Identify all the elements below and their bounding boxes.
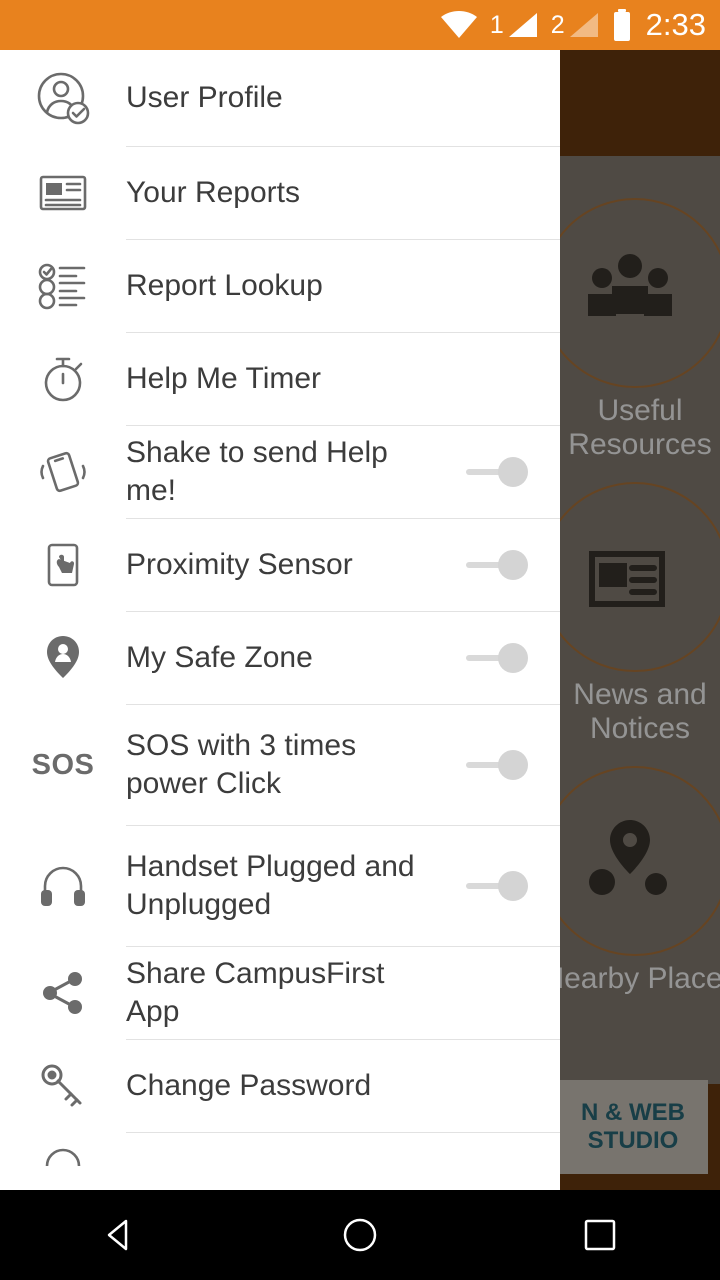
shake-phone-icon [0, 446, 126, 498]
drawer-item-your-reports[interactable]: Your Reports [0, 147, 560, 239]
sim1-signal: 1 [490, 11, 539, 40]
shake-toggle[interactable] [450, 457, 560, 487]
drawer-item-sos-power-click[interactable]: SOS SOS with 3 times power Click [0, 705, 560, 825]
status-clock: 2:33 [645, 7, 706, 42]
checklist-icon [0, 260, 126, 312]
android-nav-bar [0, 1190, 720, 1280]
switch-knob [498, 457, 528, 487]
sos-text-icon: SOS [0, 749, 126, 782]
switch-knob [498, 871, 528, 901]
drawer-item-user-profile[interactable]: User Profile [0, 50, 560, 146]
drawer-item-label: Handset Plugged and Unplugged [126, 850, 415, 921]
recents-square-icon[interactable] [540, 1190, 660, 1280]
drawer-item-my-safe-zone[interactable]: My Safe Zone [0, 612, 560, 704]
key-icon [0, 1060, 126, 1112]
drawer-item-shake-to-send[interactable]: Shake to send Help me! [0, 426, 560, 518]
back-triangle-icon[interactable] [60, 1190, 180, 1280]
sim2-label: 2 [550, 10, 565, 39]
partial-icon [0, 1136, 126, 1166]
sos-toggle[interactable] [450, 750, 560, 780]
switch-off[interactable] [466, 871, 544, 901]
handset-toggle[interactable] [450, 871, 560, 901]
drawer-item-logout[interactable]: Logout [0, 1169, 560, 1190]
drawer-item-help-me-timer[interactable]: Help Me Timer [0, 333, 560, 425]
navigation-drawer: User Profile Your Reports Report Lookup … [0, 50, 560, 1190]
status-bar: 1 2 2:33 [0, 0, 720, 50]
switch-off[interactable] [466, 643, 544, 673]
phone-screen: Useful Resources News and Notices Nearby… [0, 0, 720, 1280]
switch-off[interactable] [466, 550, 544, 580]
switch-off[interactable] [466, 750, 544, 780]
drawer-item-partial[interactable] [0, 1133, 560, 1169]
home-circle-icon[interactable] [300, 1190, 420, 1280]
stopwatch-icon [0, 353, 126, 405]
safe-zone-pin-icon [0, 632, 126, 684]
drawer-item-label: Shake to send Help me! [126, 436, 388, 507]
switch-knob [498, 750, 528, 780]
drawer-item-share-app[interactable]: Share CampusFirst App [0, 947, 560, 1039]
drawer-item-label: User Profile [126, 81, 283, 114]
proximity-hand-icon [0, 539, 126, 591]
drawer-item-label: Share CampusFirst App [126, 957, 385, 1028]
sos-label: SOS [31, 748, 95, 781]
signal-bars-icon [569, 13, 598, 37]
proximity-toggle[interactable] [450, 550, 560, 580]
drawer-item-label: Change Password [126, 1069, 372, 1102]
drawer-item-label: SOS with 3 times power Click [126, 729, 357, 800]
switch-knob [498, 550, 528, 580]
drawer-item-label: Help Me Timer [126, 362, 322, 395]
drawer-item-handset-plugged[interactable]: Handset Plugged and Unplugged [0, 826, 560, 946]
drawer-item-label: My Safe Zone [126, 641, 313, 674]
drawer-item-label: Report Lookup [126, 269, 323, 302]
wifi-icon [440, 10, 478, 40]
drawer-item-label: Your Reports [126, 176, 300, 209]
user-profile-icon [0, 70, 126, 126]
switch-off[interactable] [466, 457, 544, 487]
drawer-item-proximity-sensor[interactable]: Proximity Sensor [0, 519, 560, 611]
share-icon [0, 967, 126, 1019]
drawer-item-change-password[interactable]: Change Password [0, 1040, 560, 1132]
headphones-icon [0, 860, 126, 912]
switch-knob [498, 643, 528, 673]
sim1-label: 1 [489, 10, 504, 39]
signal-bars-icon [508, 13, 537, 37]
drawer-item-label: Proximity Sensor [126, 548, 353, 581]
drawer-item-report-lookup[interactable]: Report Lookup [0, 240, 560, 332]
sim2-signal: 2 [551, 11, 600, 40]
battery-icon [612, 9, 632, 41]
safe-zone-toggle[interactable] [450, 643, 560, 673]
newspaper-icon [0, 167, 126, 219]
